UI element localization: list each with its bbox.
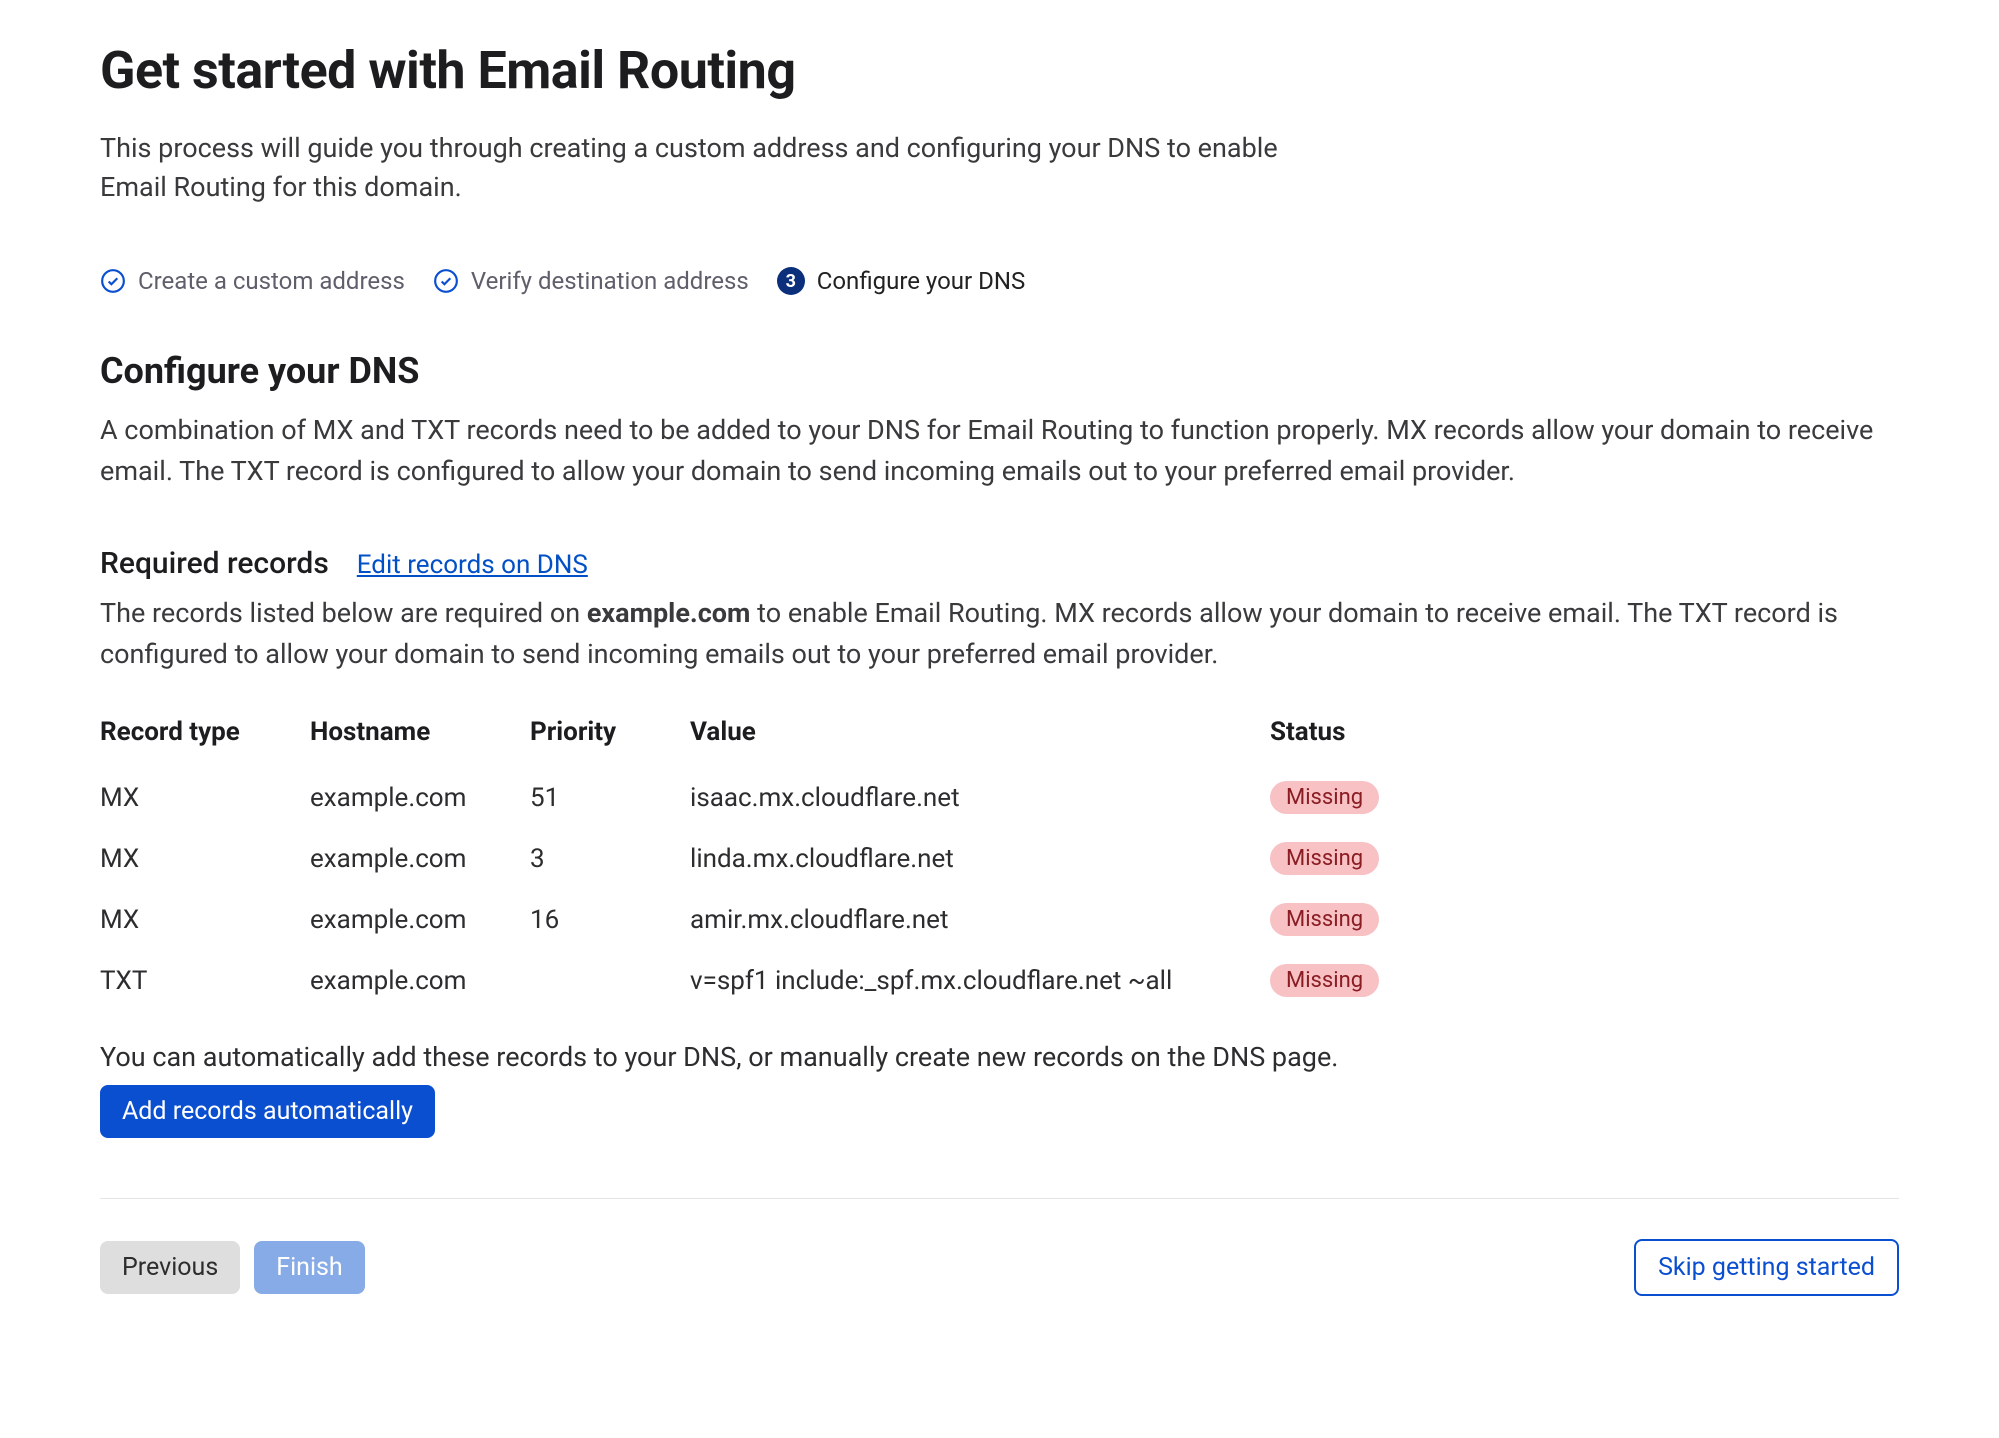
check-circle-icon <box>433 268 459 294</box>
cell-priority: 16 <box>530 889 690 950</box>
cell-status: Missing <box>1270 889 1430 950</box>
cell-value: v=spf1 include:_spf.mx.cloudflare.net ~a… <box>690 950 1270 1011</box>
wizard-steps: Create a custom address Verify destinati… <box>100 267 1899 295</box>
cell-status: Missing <box>1270 767 1430 828</box>
footer-actions: Previous Finish Skip getting started <box>100 1239 1899 1296</box>
step-verify-destination[interactable]: Verify destination address <box>433 267 749 295</box>
cell-hostname: example.com <box>310 889 530 950</box>
cell-hostname: example.com <box>310 828 530 889</box>
domain-name: example.com <box>587 597 751 629</box>
page-title: Get started with Email Routing <box>100 40 1899 101</box>
page-intro: This process will guide you through crea… <box>100 129 1280 207</box>
add-records-automatically-button[interactable]: Add records automatically <box>100 1085 435 1138</box>
table-row: MXexample.com16amir.mx.cloudflare.netMis… <box>100 889 1430 950</box>
step-configure-dns[interactable]: 3 Configure your DNS <box>777 267 1025 295</box>
step-label: Create a custom address <box>138 267 405 295</box>
finish-button[interactable]: Finish <box>254 1241 364 1294</box>
auto-add-note: You can automatically add these records … <box>100 1041 1899 1073</box>
divider <box>100 1198 1899 1199</box>
status-badge: Missing <box>1270 781 1379 814</box>
cell-value: linda.mx.cloudflare.net <box>690 828 1270 889</box>
previous-button[interactable]: Previous <box>100 1241 240 1294</box>
skip-getting-started-button[interactable]: Skip getting started <box>1634 1239 1899 1296</box>
col-priority: Priority <box>530 709 690 767</box>
cell-record-type: MX <box>100 889 310 950</box>
records-table: Record type Hostname Priority Value Stat… <box>100 709 1430 1011</box>
status-badge: Missing <box>1270 842 1379 875</box>
step-number-badge: 3 <box>777 267 805 295</box>
status-badge: Missing <box>1270 964 1379 997</box>
table-row: MXexample.com3linda.mx.cloudflare.netMis… <box>100 828 1430 889</box>
cell-status: Missing <box>1270 950 1430 1011</box>
edit-records-link[interactable]: Edit records on DNS <box>357 550 588 580</box>
cell-record-type: MX <box>100 828 310 889</box>
table-row: MXexample.com51isaac.mx.cloudflare.netMi… <box>100 767 1430 828</box>
col-status: Status <box>1270 709 1430 767</box>
step-label: Verify destination address <box>471 267 749 295</box>
status-badge: Missing <box>1270 903 1379 936</box>
table-row: TXTexample.com v=spf1 include:_spf.mx.clo… <box>100 950 1430 1011</box>
step-label: Configure your DNS <box>817 267 1025 295</box>
required-records-desc: The records listed below are required on… <box>100 593 1899 674</box>
cell-value: amir.mx.cloudflare.net <box>690 889 1270 950</box>
cell-priority: 3 <box>530 828 690 889</box>
configure-title: Configure your DNS <box>100 350 1899 392</box>
check-circle-icon <box>100 268 126 294</box>
cell-hostname: example.com <box>310 950 530 1011</box>
col-hostname: Hostname <box>310 709 530 767</box>
cell-status: Missing <box>1270 828 1430 889</box>
cell-record-type: MX <box>100 767 310 828</box>
cell-priority: 51 <box>530 767 690 828</box>
cell-value: isaac.mx.cloudflare.net <box>690 767 1270 828</box>
cell-priority <box>530 950 690 1011</box>
cell-hostname: example.com <box>310 767 530 828</box>
required-records-title: Required records <box>100 546 329 581</box>
col-record-type: Record type <box>100 709 310 767</box>
cell-record-type: TXT <box>100 950 310 1011</box>
step-create-address[interactable]: Create a custom address <box>100 267 405 295</box>
configure-desc: A combination of MX and TXT records need… <box>100 410 1899 491</box>
col-value: Value <box>690 709 1270 767</box>
